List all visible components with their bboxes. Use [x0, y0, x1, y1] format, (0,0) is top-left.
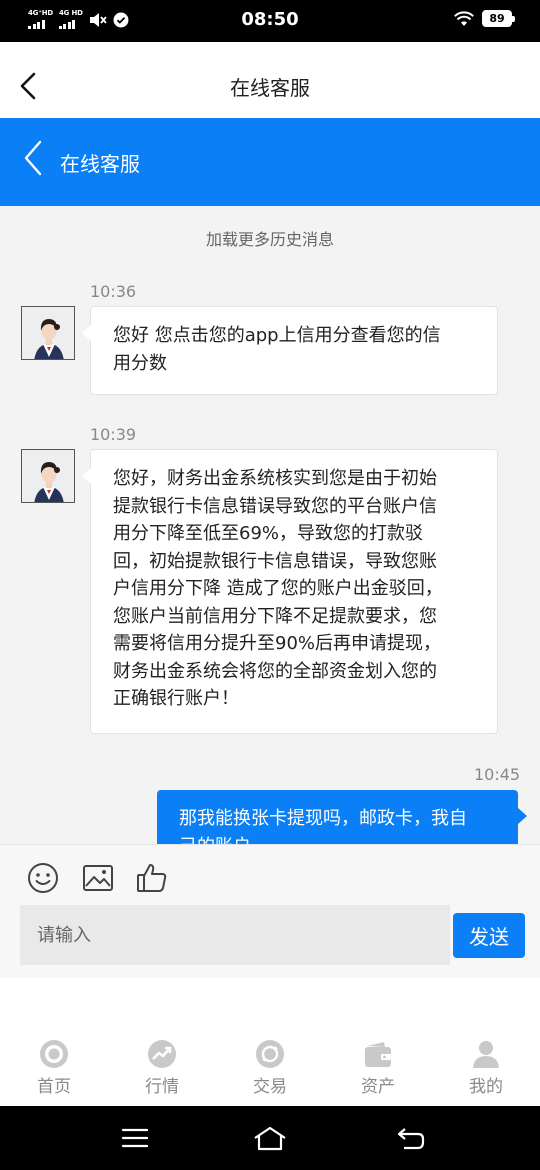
message-timestamp: 10:36 [90, 282, 137, 301]
home-target-icon [40, 1040, 68, 1068]
message-line: 用分数 [113, 352, 167, 374]
menu-icon[interactable] [120, 1126, 150, 1150]
image-icon[interactable] [81, 861, 115, 895]
message-timestamp: 10:39 [90, 425, 137, 444]
chat-header-title: 在线客服 [60, 152, 140, 176]
tab-trade[interactable]: 交易 [216, 1038, 324, 1097]
message-input[interactable] [20, 905, 450, 965]
message-line: 己的账户 [179, 833, 496, 845]
tab-market[interactable]: 行情 [108, 1038, 216, 1097]
message-line: 用分下降至低至69%，导致您的打款驳 [113, 523, 424, 544]
message-line: 正确银行账户！ [113, 688, 239, 709]
tab-label: 交易 [253, 1077, 287, 1097]
back-icon[interactable] [396, 1124, 426, 1152]
message-line: 户信用分下降 造成了您的账户出金驳回， [113, 578, 443, 599]
user-message-bubble: 那我能换张卡提现吗，邮政卡，我自 己的账户 [157, 790, 527, 845]
message-line: 需要将信用分提升至90%后再申请提现， [113, 633, 442, 654]
message-line: 财务出金系统会将您的全部资金划入您的 [113, 660, 437, 682]
emoji-icon[interactable] [26, 861, 60, 895]
message-line: 回，初始提款银行卡信息错误，导致您账 [113, 550, 437, 572]
top-nav-bar: 在线客服 [0, 42, 540, 118]
load-more-history-link[interactable]: 加载更多历史消息 [0, 226, 540, 250]
agent-message-bubble: 您好 您点击您的app上信用分查看您的信 用分数 [82, 306, 498, 395]
message-line: 您好 您点击您的app上信用分查看您的信 [113, 325, 441, 346]
status-right: 89 [454, 10, 515, 27]
thumbs-up-icon[interactable] [135, 861, 169, 895]
wifi-icon [454, 10, 474, 26]
page-title: 在线客服 [230, 76, 310, 100]
tab-mine[interactable]: 我的 [432, 1038, 540, 1097]
agent-message-bubble: 您好，财务出金系统核实到您是由于初始 提款银行卡信息错误导致您的平台账户信 用分… [82, 449, 498, 734]
message-line: 那我能换张卡提现吗，邮政卡，我自 [179, 808, 467, 829]
battery-indicator: 89 [482, 10, 515, 27]
tab-label: 首页 [37, 1077, 71, 1097]
user-icon [473, 1041, 499, 1068]
system-navigation-bar [0, 1106, 540, 1170]
home-icon[interactable] [252, 1124, 288, 1152]
trade-exchange-icon [256, 1040, 284, 1068]
agent-avatar [21, 306, 75, 360]
tab-assets[interactable]: 资产 [324, 1038, 432, 1097]
chat-back-icon[interactable] [18, 138, 48, 178]
market-trend-icon [148, 1040, 176, 1068]
message-line: 您好，财务出金系统核实到您是由于初始 [113, 468, 437, 489]
tab-label: 行情 [145, 1077, 179, 1097]
composer: 发送 [0, 844, 540, 978]
message-line: 您账户当前信用分下降不足提款要求，您 [113, 605, 437, 627]
chat-header: 在线客服 [0, 118, 540, 206]
message-timestamp: 10:45 [474, 765, 521, 784]
wallet-icon [365, 1042, 391, 1067]
agent-avatar [21, 449, 75, 503]
tab-label: 我的 [469, 1077, 503, 1097]
chat-messages-area[interactable]: 加载更多历史消息 10:36 您好 您点击您的app上信用分查看您的信 用分数 … [0, 206, 540, 844]
tab-home[interactable]: 首页 [0, 1038, 108, 1097]
bottom-tab-bar: 首页 行情 交易 资产 我的 [0, 978, 540, 1106]
message-line: 提款银行卡信息错误导致您的平台账户信 [113, 495, 437, 517]
send-button[interactable]: 发送 [453, 913, 525, 958]
tab-label: 资产 [361, 1077, 395, 1097]
status-bar: 4G⁺HD 4G HD 08:50 89 [0, 0, 540, 42]
